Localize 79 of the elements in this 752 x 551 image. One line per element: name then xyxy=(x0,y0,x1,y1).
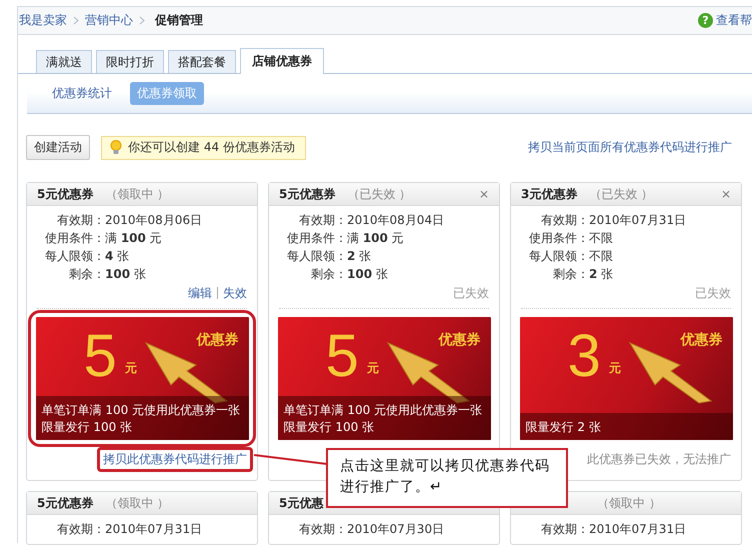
coupon-amount: 5 xyxy=(84,325,117,387)
field-value: 100 张 xyxy=(347,266,388,282)
field-label: 剩余： xyxy=(310,266,347,282)
close-button[interactable]: × xyxy=(478,187,489,201)
field-value: 2010年08月04日 xyxy=(347,212,444,228)
tab[interactable]: 店铺优惠券 xyxy=(240,48,324,74)
field-label: 有效期： xyxy=(56,212,105,228)
field-value: 不限 xyxy=(589,248,613,264)
card-status: （已失效 ） xyxy=(347,186,412,202)
help-link[interactable]: 查看帮 xyxy=(716,12,752,29)
card-title: 3元优惠券 xyxy=(521,186,578,202)
breadcrumb-link[interactable]: 我是卖家 xyxy=(19,12,67,29)
coupon-unit: 元 xyxy=(608,360,621,377)
field-value: 2010年07月31日 xyxy=(589,212,686,228)
field-value: 不限 xyxy=(589,230,613,246)
coupon-unit: 元 xyxy=(366,360,379,377)
field-label: 有效期： xyxy=(298,520,347,538)
field-label: 使用条件： xyxy=(286,230,347,246)
field-value: 满 100 元 xyxy=(105,230,162,246)
copy-code-link[interactable]: 拷贝此优惠券代码进行推广 xyxy=(97,446,253,472)
card-status: （领取中 ） xyxy=(105,186,170,202)
coupon-label: 优惠券 xyxy=(438,331,480,349)
card-status: （领取中 ） xyxy=(105,494,170,512)
card-title: 5元优惠 xyxy=(279,494,324,512)
create-button[interactable]: 创建活动 xyxy=(26,135,90,160)
coupon-amount: 5 xyxy=(326,325,359,387)
coupon-caption: 限量发行 100 张 xyxy=(284,419,376,436)
field-label: 每人限领： xyxy=(286,248,347,264)
status-note: 已失效 xyxy=(453,284,489,302)
tab[interactable]: 满就送 xyxy=(36,50,92,73)
field-value: 2 张 xyxy=(589,266,614,282)
field-value: 2010年08月06日 xyxy=(105,212,202,228)
field-value: 2010年07月30日 xyxy=(347,520,444,538)
card-title: 5元优惠券 xyxy=(37,186,94,202)
field-label: 每人限领： xyxy=(528,248,589,264)
field-value: 2 张 xyxy=(347,248,372,264)
chevron-icon xyxy=(139,16,145,25)
field-value: 满 100 元 xyxy=(347,230,404,246)
card-status: （领取中 ） xyxy=(597,494,661,512)
lightbulb-icon xyxy=(110,140,122,155)
coupon-caption: 限量发行 100 张 xyxy=(42,419,134,436)
coupon-label: 优惠券 xyxy=(680,331,722,349)
field-label: 有效期： xyxy=(298,212,347,228)
field-label: 使用条件： xyxy=(44,230,105,246)
tab[interactable]: 搭配套餐 xyxy=(168,50,236,73)
help-icon[interactable]: ? xyxy=(698,13,713,28)
field-value: 100 张 xyxy=(105,266,146,282)
breadcrumb-link[interactable]: 营销中心 xyxy=(85,12,133,29)
field-label: 有效期： xyxy=(56,520,105,538)
status-note: 此优惠券已失效，无法推广 xyxy=(587,450,731,468)
field-value: 2010年07月31日 xyxy=(589,520,686,538)
card-title: 5元优惠券 xyxy=(279,186,336,202)
coupon-caption: 单笔订单满 100 元使用此优惠券一张 xyxy=(284,402,484,419)
copy-all-link[interactable]: 拷贝当前页面所有优惠券代码进行推广 xyxy=(528,139,732,156)
tip-text: 你还可以创建 44 份优惠券活动 xyxy=(128,139,295,156)
coupon-caption: 限量发行 2 张 xyxy=(526,419,602,436)
coupon-unit: 元 xyxy=(124,360,137,377)
field-value: 2010年07月31日 xyxy=(105,520,202,538)
field-label: 有效期： xyxy=(540,520,589,538)
field-label: 每人限领： xyxy=(44,248,105,264)
chevron-icon xyxy=(73,16,79,25)
action-link[interactable]: 失效 xyxy=(217,287,247,299)
subtab[interactable]: 优惠券统计 xyxy=(46,83,118,104)
callout-text: 点击这里就可以拷贝优惠券代码进行推广了。↵ xyxy=(326,448,568,508)
field-label: 剩余： xyxy=(68,266,105,282)
coupon-label: 优惠券 xyxy=(196,331,238,349)
close-button[interactable]: × xyxy=(720,187,731,201)
field-value: 4 张 xyxy=(105,248,130,264)
coupon-amount: 3 xyxy=(568,325,601,387)
card-title: 5元优惠券 xyxy=(37,494,94,512)
card-status: （已失效 ） xyxy=(589,186,654,202)
status-note: 已失效 xyxy=(695,284,731,302)
tab[interactable]: 限时打折 xyxy=(96,50,164,73)
field-label: 使用条件： xyxy=(528,230,589,246)
breadcrumb-current: 促销管理 xyxy=(155,12,203,29)
coupon-caption: 单笔订单满 100 元使用此优惠券一张 xyxy=(42,402,242,419)
action-link[interactable]: 编辑 xyxy=(183,287,217,299)
field-label: 有效期： xyxy=(540,212,589,228)
field-label: 剩余： xyxy=(552,266,589,282)
